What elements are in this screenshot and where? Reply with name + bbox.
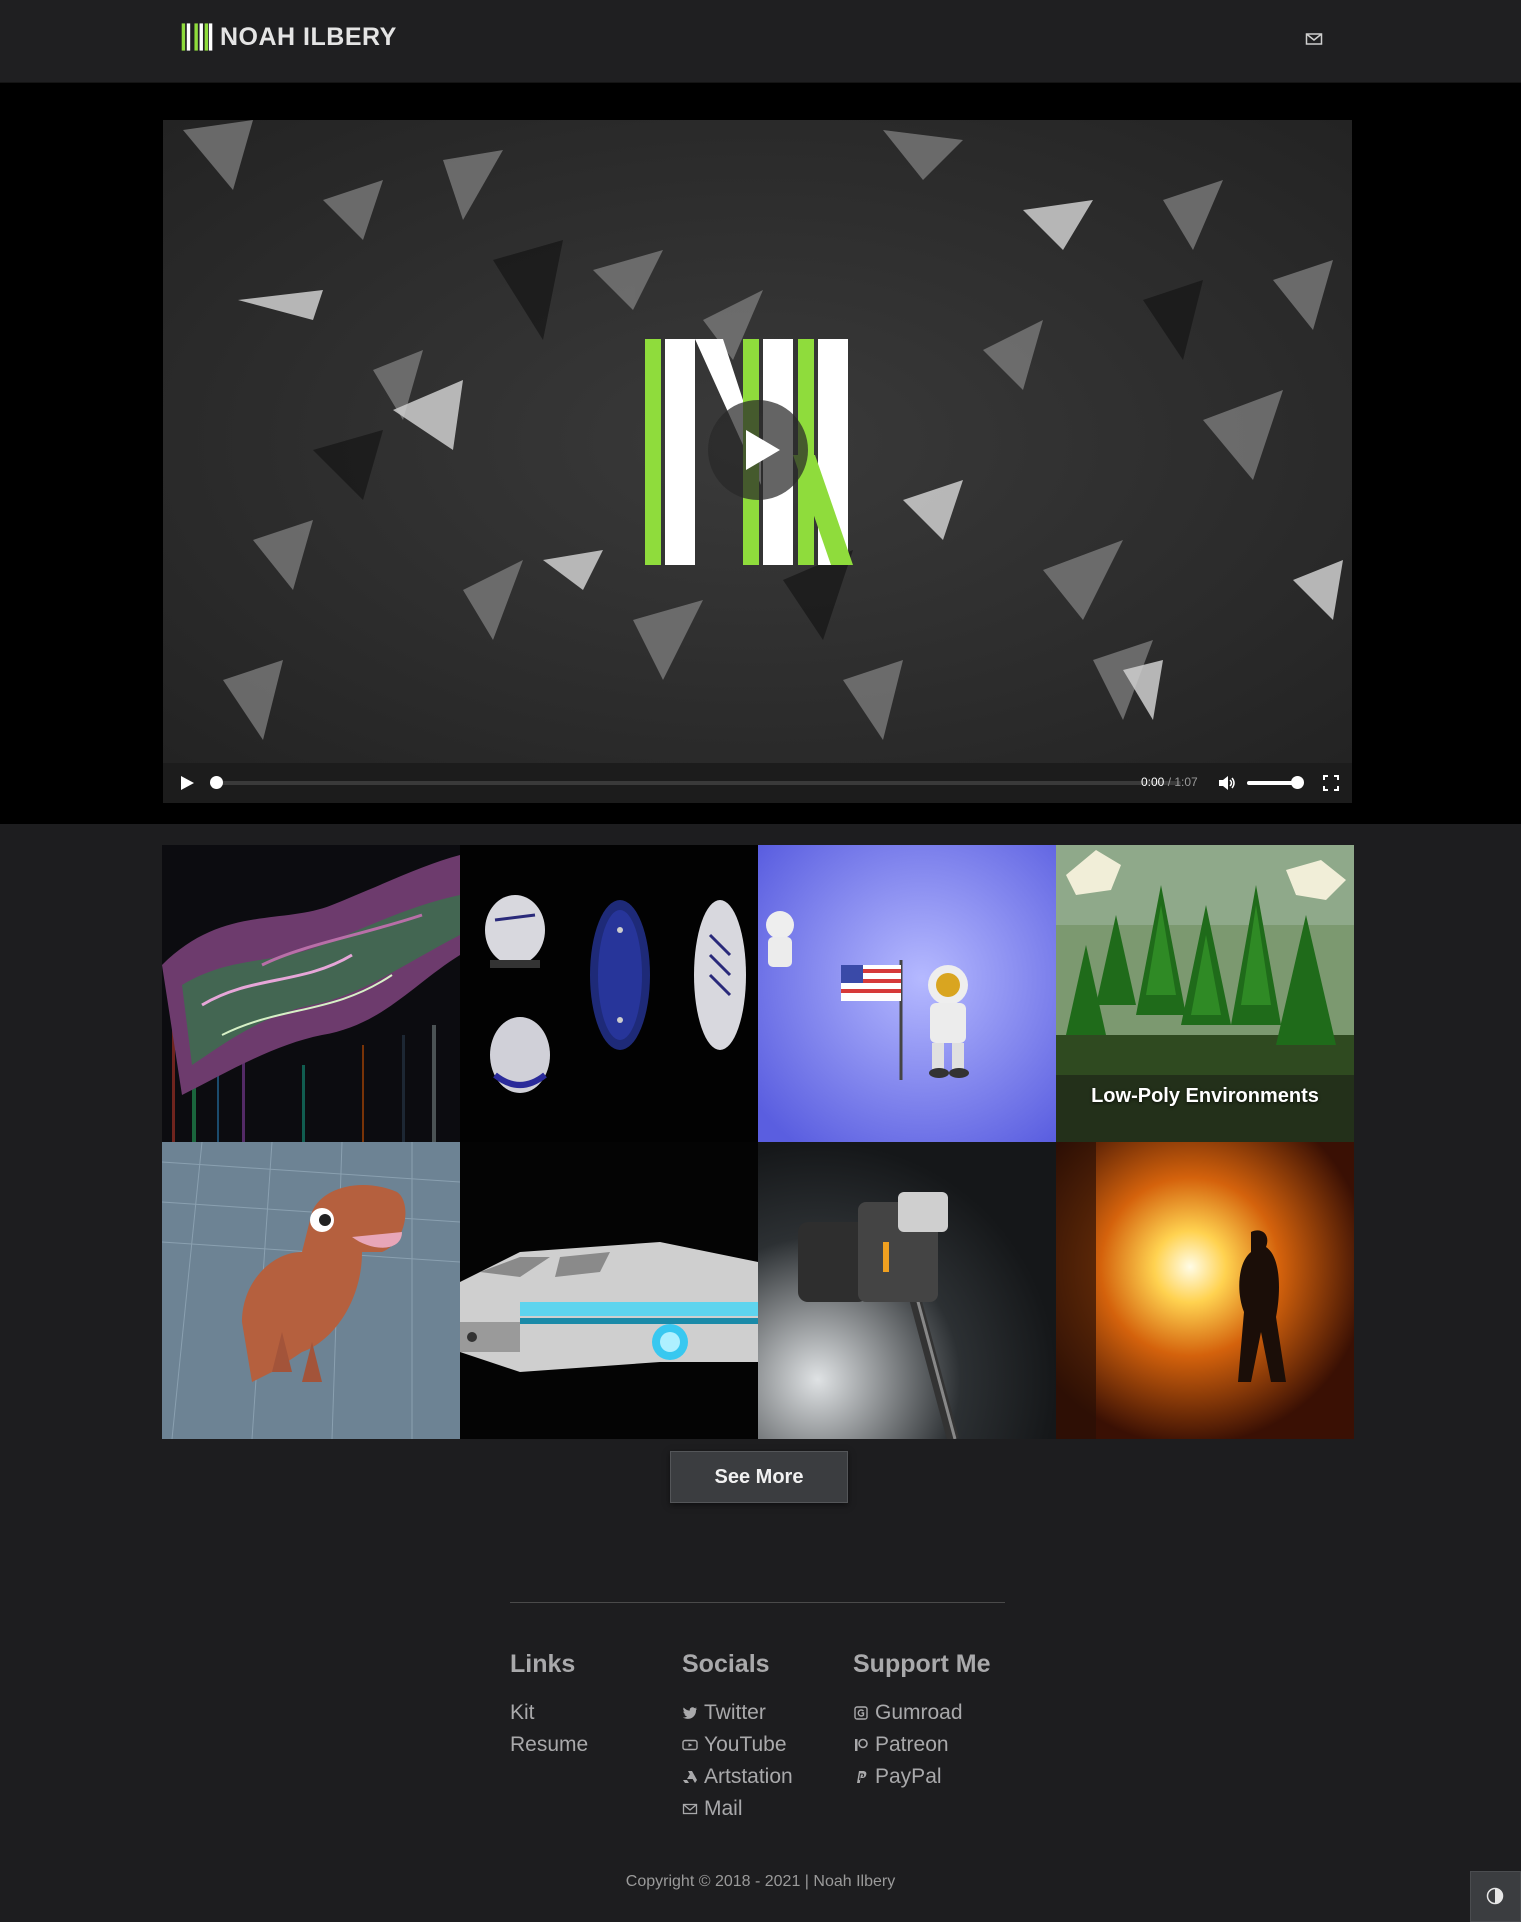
gallery-tile-astronauts[interactable] bbox=[758, 845, 1056, 1142]
play-icon bbox=[746, 430, 780, 470]
support-heading: Support Me bbox=[853, 1650, 991, 1678]
footer-link-paypal[interactable]: PayPal bbox=[853, 1761, 991, 1793]
footer-link-label: PayPal bbox=[875, 1765, 942, 1788]
tile-caption: Low-Poly Environments bbox=[1091, 1085, 1319, 1107]
gallery-tile-spaceship[interactable] bbox=[460, 1142, 758, 1439]
footer-link-label: Twitter bbox=[704, 1701, 766, 1724]
dinosaur-thumbnail bbox=[162, 1142, 460, 1439]
footer-link-youtube[interactable]: YouTube bbox=[682, 1729, 793, 1761]
gallery-tile-low-poly[interactable]: Low-Poly Environments bbox=[1056, 845, 1354, 1142]
mail-icon bbox=[682, 1803, 698, 1815]
gumroad-icon bbox=[854, 1706, 868, 1720]
boots-thumbnail bbox=[460, 845, 758, 1142]
fractal-thumbnail bbox=[162, 845, 460, 1142]
volume-icon[interactable] bbox=[1218, 775, 1236, 791]
footer-link-resume[interactable]: Resume bbox=[510, 1729, 588, 1761]
gallery-tile-fire[interactable] bbox=[1056, 1142, 1354, 1439]
links-heading: Links bbox=[510, 1650, 576, 1678]
footer-link-label: Gumroad bbox=[875, 1701, 963, 1724]
footer-link-label: Artstation bbox=[704, 1765, 793, 1788]
seek-handle[interactable] bbox=[210, 776, 223, 789]
paypal-icon bbox=[857, 1771, 867, 1783]
socials-heading: Socials bbox=[682, 1650, 770, 1678]
footer-link-mail[interactable]: Mail bbox=[682, 1793, 793, 1825]
portfolio-gallery: Low-Poly Environments bbox=[162, 845, 1354, 1440]
footer-link-artstation[interactable]: Artstation bbox=[682, 1761, 793, 1793]
current-time: 0:00 bbox=[1141, 775, 1165, 789]
footer-link-label: Resume bbox=[510, 1733, 589, 1756]
volume-handle[interactable] bbox=[1291, 776, 1305, 789]
youtube-icon bbox=[682, 1739, 698, 1751]
copyright-text: Copyright © 2018 - 2021 | Noah Ilbery bbox=[625, 1873, 896, 1890]
footer-link-kit[interactable]: Kit bbox=[510, 1697, 588, 1729]
footer-support-column: Support Me Gumroad Patreon PayPal bbox=[853, 1650, 991, 1793]
footer-link-gumroad[interactable]: Gumroad bbox=[853, 1697, 991, 1729]
gallery-tile-boots[interactable] bbox=[460, 845, 758, 1142]
fullscreen-icon[interactable] bbox=[1323, 775, 1339, 791]
video-controls: 0:00 / 1:07 bbox=[163, 763, 1352, 803]
footer-link-label: Mail bbox=[704, 1797, 743, 1820]
gallery-tile-fractal[interactable] bbox=[162, 845, 460, 1142]
footer-links-column: Links Kit Resume bbox=[510, 1650, 588, 1761]
time-separator: / bbox=[1164, 775, 1175, 789]
brand-link[interactable]: NOAH ILBERY bbox=[180, 19, 397, 55]
video-player[interactable]: 0:00 / 1:07 bbox=[163, 120, 1352, 803]
time-display: 0:00 / 1:07 bbox=[1141, 775, 1198, 789]
play-icon[interactable] bbox=[179, 775, 195, 791]
patreon-icon bbox=[855, 1738, 868, 1751]
theme-toggle-button[interactable] bbox=[1470, 1871, 1521, 1922]
gallery-tile-hammer[interactable] bbox=[758, 1142, 1056, 1439]
duration: 1:07 bbox=[1174, 775, 1198, 789]
fire-thumbnail bbox=[1056, 1142, 1354, 1439]
mail-icon[interactable] bbox=[1305, 30, 1323, 48]
twitter-icon bbox=[682, 1707, 697, 1719]
see-more-button[interactable]: See More bbox=[670, 1451, 848, 1503]
footer-socials-column: Socials Twitter YouTube Artstation Mail bbox=[682, 1650, 793, 1825]
logo-icon bbox=[181, 23, 213, 51]
footer-link-twitter[interactable]: Twitter bbox=[682, 1697, 793, 1729]
artstation-icon bbox=[683, 1771, 697, 1783]
big-play-button[interactable] bbox=[708, 400, 808, 500]
footer-divider bbox=[510, 1602, 1005, 1603]
gallery-tile-dinosaur[interactable] bbox=[162, 1142, 460, 1439]
spaceship-thumbnail bbox=[460, 1142, 758, 1439]
site-header: NOAH ILBERY bbox=[0, 0, 1521, 83]
astronauts-thumbnail bbox=[758, 845, 1056, 1142]
hammer-thumbnail bbox=[758, 1142, 1056, 1439]
seek-bar[interactable] bbox=[211, 781, 1181, 785]
footer-link-patreon[interactable]: Patreon bbox=[853, 1729, 991, 1761]
brand-name: NOAH ILBERY bbox=[220, 22, 397, 51]
footer-link-label: YouTube bbox=[704, 1733, 787, 1756]
footer-link-label: Patreon bbox=[875, 1733, 949, 1756]
footer-link-label: Kit bbox=[510, 1701, 535, 1724]
contrast-icon bbox=[1486, 1887, 1504, 1905]
